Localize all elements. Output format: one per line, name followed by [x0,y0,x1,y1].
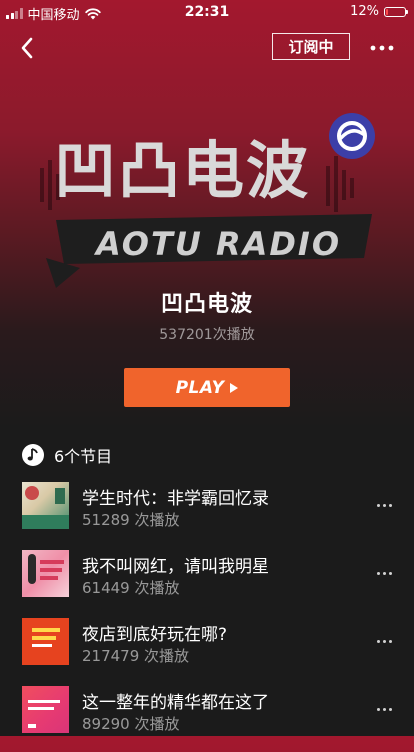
status-right: 12% [350,4,408,19]
logo-cn-text: 凹凸电波 [54,134,310,207]
list-item[interactable]: 我不叫网红，请叫我明星 61449 次播放 [0,548,414,616]
play-triangle-icon [230,382,239,393]
back-button[interactable] [14,34,42,62]
play-button[interactable]: PLAY [124,368,290,407]
episode-list: 学生时代：非学霸回忆录 51289 次播放 我不叫网红，请叫我明星 61449 … [0,480,414,752]
episode-more-button[interactable] [370,496,398,514]
episode-title: 学生时代：非学霸回忆录 [82,489,269,509]
more-horizontal-icon [376,571,392,575]
program-title: 凹凸电波 [160,292,253,317]
episode-title: 夜店到底好玩在哪? [82,625,228,645]
episode-more-button[interactable] [370,632,398,650]
battery-level [386,8,388,15]
chevron-left-icon [21,37,33,59]
episode-plays: 89290 次播放 [82,715,180,733]
logo-en-text: AOTU RADIO [93,225,341,263]
list-item[interactable]: 这一整年的精华都在这了 89290 次播放 [0,684,414,752]
more-horizontal-icon [376,639,392,643]
list-item[interactable]: 学生时代：非学霸回忆录 51289 次播放 [0,480,414,548]
episode-plays: 61449 次播放 [82,579,180,597]
status-bar: 中国移动 22:31 12% [0,0,414,24]
episode-title: 这一整年的精华都在这了 [82,693,269,713]
battery-icon [384,6,408,17]
subscribe-button[interactable]: 订阅中 [272,33,350,60]
episode-more-button[interactable] [370,564,398,582]
play-label: PLAY [175,377,225,398]
program-play-count: 537201次播放 [159,327,255,343]
episode-count: 6个节目 [54,447,113,466]
episode-plays: 217479 次播放 [82,647,190,665]
list-item[interactable]: 夜店到底好玩在哪? 217479 次播放 [0,616,414,684]
episodes-header: 6个节目 [22,443,112,467]
more-horizontal-icon [376,503,392,507]
aotu-radio-logo: 凹凸电波 AOTU RADIO [40,113,375,288]
episode-thumbnail [22,550,69,597]
music-note-icon [22,444,44,466]
episode-more-button[interactable] [370,700,398,718]
episode-thumbnail [22,618,69,665]
episode-title: 我不叫网红，请叫我明星 [82,557,269,577]
nav-bar: 订阅中 [0,28,414,68]
more-button[interactable] [366,34,398,62]
battery-percent: 12% [350,4,379,19]
earth-icon [329,113,375,159]
episode-thumbnail [22,482,69,529]
episode-thumbnail [22,686,69,733]
more-horizontal-icon [370,45,394,51]
more-horizontal-icon [376,707,392,711]
episode-plays: 51289 次播放 [82,511,180,529]
